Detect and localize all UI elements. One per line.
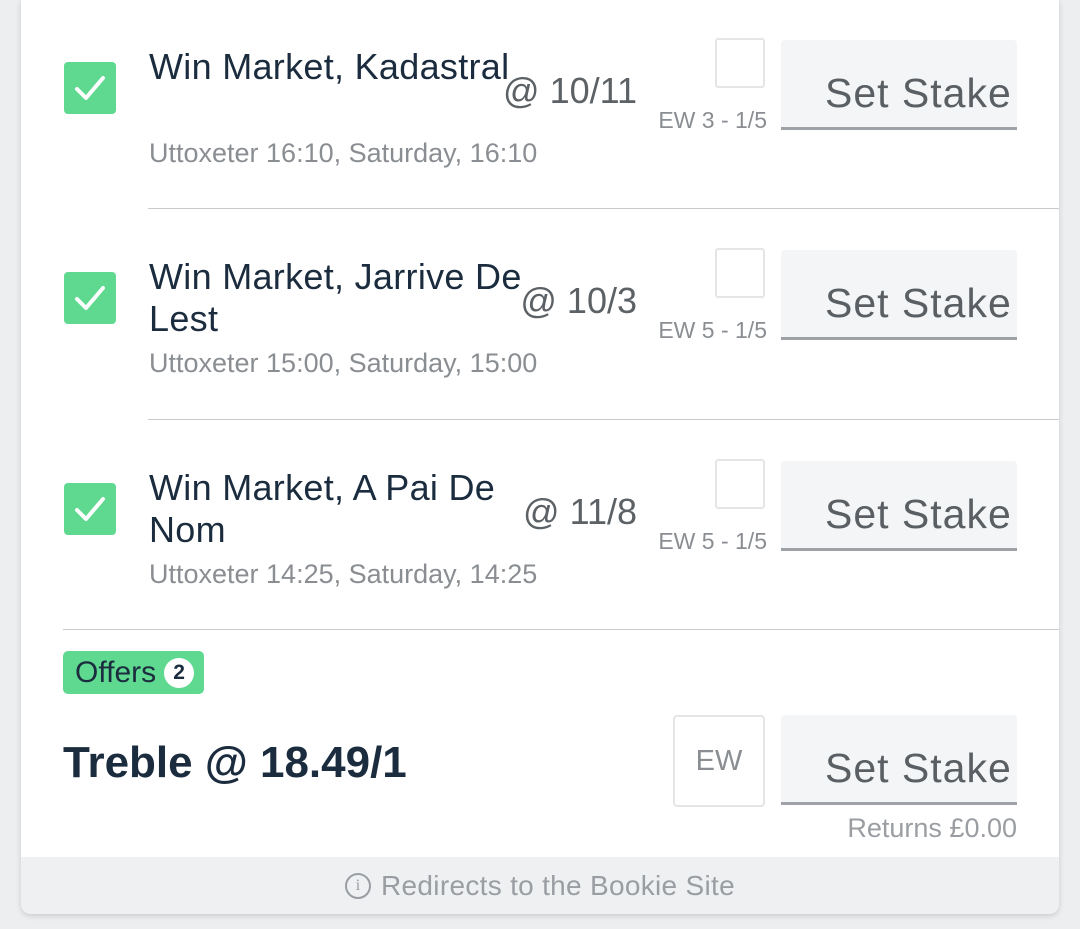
selection-event-info: Uttoxeter 15:00, Saturday, 15:00 (149, 348, 538, 378)
stake-placeholder: Set Stake (825, 745, 1012, 791)
selection-row: Win Market, A Pai De Nom Uttoxeter 14:25… (21, 421, 1059, 631)
divider (148, 208, 1059, 209)
offers-badge[interactable]: Offers 2 (63, 651, 205, 694)
each-way-toggle[interactable]: EW (673, 715, 765, 807)
each-way-checkbox[interactable] (715, 248, 765, 298)
selection-event-info: Uttoxeter 16:10, Saturday, 16:10 (149, 138, 538, 168)
offers-label: Offers (75, 655, 157, 689)
stake-placeholder: Set Stake (825, 70, 1012, 116)
stake-input[interactable]: Set Stake (781, 40, 1017, 130)
each-way-terms: EW 3 - 1/5 (658, 107, 767, 133)
each-way-checkbox[interactable] (715, 459, 765, 509)
stake-placeholder: Set Stake (825, 280, 1012, 326)
treble-label: Treble @ 18.49/1 (63, 738, 407, 787)
checkmark-icon (75, 76, 105, 100)
selection-event-info: Uttoxeter 14:25, Saturday, 14:25 (149, 559, 538, 589)
each-way-checkbox[interactable] (715, 38, 765, 88)
selection-odds: @ 11/8 (523, 491, 637, 532)
bet-slip-card: Win Market, Kadastral Uttoxeter 16:10, S… (21, 0, 1059, 914)
divider (148, 419, 1059, 420)
each-way-terms: EW 5 - 1/5 (658, 528, 767, 554)
offers-count-badge: 2 (164, 657, 195, 688)
info-icon: i (345, 872, 372, 899)
checkmark-icon (75, 286, 105, 310)
stake-input[interactable]: Set Stake (781, 250, 1017, 340)
treble-stake-input[interactable]: Set Stake (781, 715, 1017, 805)
returns-text: Returns £0.00 (847, 813, 1017, 843)
checkmark-icon (75, 497, 105, 521)
footer-text: Redirects to the Bookie Site (381, 869, 735, 901)
selection-checkbox[interactable] (64, 483, 116, 535)
stake-input[interactable]: Set Stake (781, 461, 1017, 551)
selection-odds: @ 10/11 (503, 70, 637, 111)
selection-row: Win Market, Jarrive De Lest Uttoxeter 15… (21, 210, 1059, 420)
selection-checkbox[interactable] (64, 272, 116, 324)
selection-name: Win Market, Jarrive De Lest (149, 256, 522, 339)
stake-placeholder: Set Stake (825, 491, 1012, 537)
selection-checkbox[interactable] (64, 62, 116, 114)
each-way-terms: EW 5 - 1/5 (658, 317, 767, 343)
footer-bar: i Redirects to the Bookie Site (21, 857, 1059, 914)
selection-name: Win Market, Kadastral (149, 46, 510, 87)
selection-row: Win Market, Kadastral Uttoxeter 16:10, S… (21, 0, 1059, 210)
selection-name: Win Market, A Pai De Nom (149, 467, 496, 550)
selection-odds: @ 10/3 (520, 280, 637, 321)
divider (63, 629, 1059, 630)
